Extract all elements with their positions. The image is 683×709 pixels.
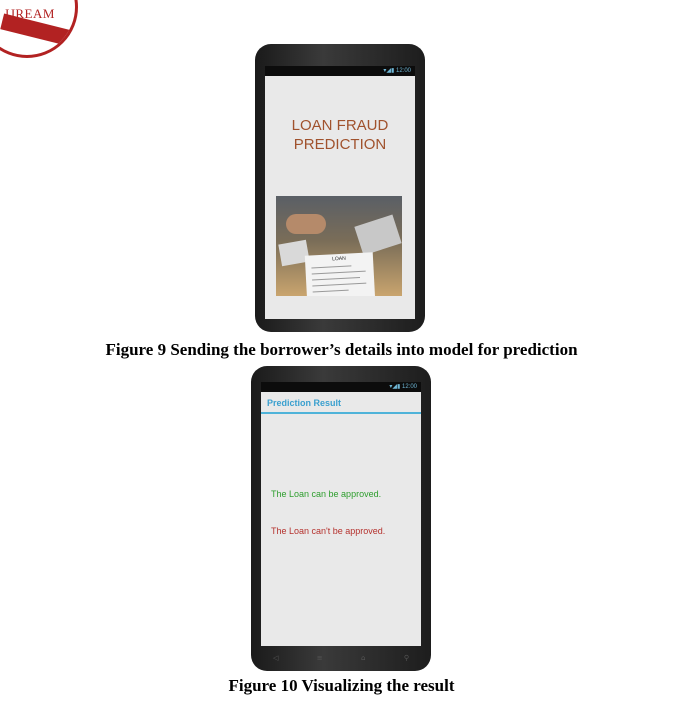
android-nav-bar: ◁ ≡ ⌂ ⚲ — [273, 654, 409, 664]
loan-document-photo: LOAN — [276, 196, 402, 296]
signal-icon: ▾◢▮ — [383, 68, 396, 74]
status-time: 12:00 — [395, 68, 411, 74]
back-icon: ◁ — [273, 654, 279, 662]
home-icon: ⌂ — [361, 654, 366, 662]
signal-icon: ▾◢▮ — [389, 384, 402, 390]
figure10-caption: Figure 10 Visualizing the result — [228, 676, 455, 695]
screen-title: Prediction Result — [261, 392, 421, 414]
status-bar: ▾◢▮ 12:00 — [265, 66, 415, 76]
hand-shape — [286, 214, 326, 234]
doc-line — [312, 276, 361, 281]
phone-mockup-result: ▾◢▮ 12:00 Prediction Result The Loan can… — [251, 366, 431, 671]
status-bar: ▾◢▮ 12:00 — [261, 382, 421, 392]
journal-logo: IJREAM — [0, 0, 78, 58]
phone-mockup-loan-app: ▾◢▮ 12:00 LOAN FRAUD PREDICTION LOAN — [255, 44, 425, 332]
app-title: LOAN FRAUD PREDICTION — [265, 116, 415, 154]
app-title-line1: LOAN FRAUD — [291, 117, 389, 134]
doc-line — [311, 270, 366, 275]
menu-icon: ≡ — [316, 654, 323, 662]
approved-message: The Loan can be approved. — [271, 489, 382, 499]
status-time: 12:00 — [401, 384, 417, 390]
calculator-shape — [354, 214, 402, 256]
loan-document: LOAN — [304, 252, 376, 296]
doc-line — [312, 282, 367, 287]
search-icon: ⚲ — [403, 654, 409, 662]
figure9-caption: Figure 9 Sending the borrower’s details … — [105, 340, 578, 359]
prediction-result-screen: Prediction Result The Loan can be approv… — [261, 392, 421, 646]
app-title-line2: PREDICTION — [293, 136, 387, 153]
app-splash-screen: LOAN FRAUD PREDICTION LOAN — [265, 76, 415, 319]
doc-line — [312, 289, 349, 293]
rejected-message: The Loan can't be approved. — [271, 526, 386, 536]
loan-document-label: LOAN — [332, 255, 346, 263]
doc-line — [311, 265, 352, 269]
